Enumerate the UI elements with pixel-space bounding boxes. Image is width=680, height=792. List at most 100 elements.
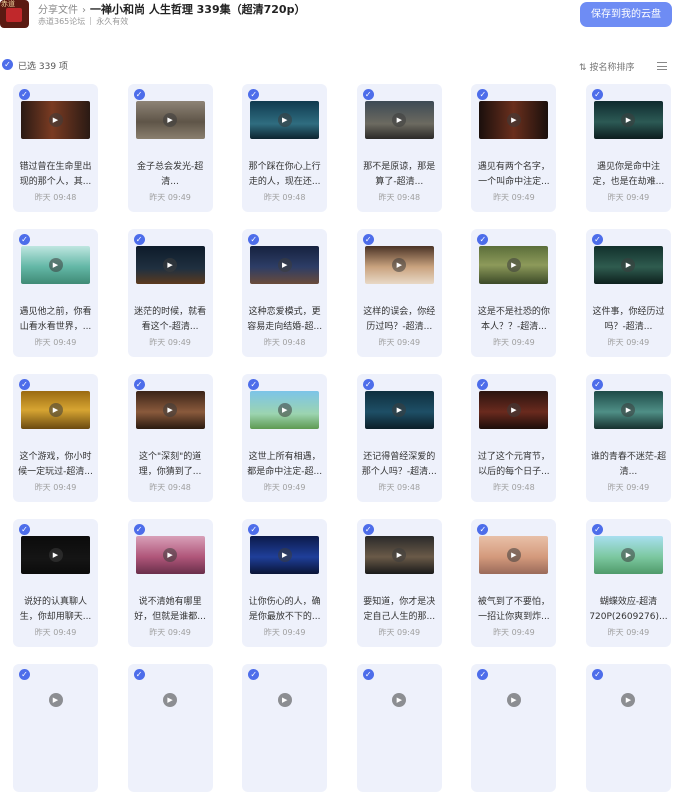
file-name[interactable]: 被气到了不要怕，一招让你爽到炸... (474, 595, 553, 625)
video-thumbnail[interactable]: ▶ (593, 246, 663, 284)
video-thumbnail[interactable]: ▶ (479, 681, 549, 719)
check-icon[interactable]: ✓ (133, 669, 145, 680)
video-thumbnail[interactable]: ▶ (135, 391, 205, 429)
video-thumbnail[interactable]: ▶ (479, 101, 549, 139)
video-thumbnail[interactable]: ▶ (21, 246, 90, 284)
file-name[interactable]: 那个踩在你心上行走的人，现在还... (245, 160, 324, 190)
check-icon[interactable]: ✓ (133, 379, 145, 390)
file-name[interactable]: 错过曾在生命里出现的那个人，其... (16, 160, 95, 190)
file-name[interactable]: 这个游戏，你小时候一定玩过-超清... (16, 450, 95, 480)
video-thumbnail[interactable]: ▶ (250, 681, 320, 719)
file-name[interactable]: 蝴蝶效应-超清720P(2609276)... (589, 595, 668, 625)
file-card[interactable]: ✓ ▶ 这件事，你经历过吗？-超清... 昨天 09:49 (585, 229, 671, 357)
file-name[interactable] (360, 740, 439, 770)
video-thumbnail[interactable]: ▶ (250, 101, 320, 139)
check-icon[interactable]: ✓ (477, 379, 489, 390)
check-icon[interactable]: ✓ (248, 379, 260, 390)
file-name[interactable]: 说不清她有哪里好，但就是谁都... (131, 595, 210, 625)
sort-button[interactable]: ⇅ 按名称排序 (579, 60, 635, 73)
file-card[interactable]: ✓ ▶ 这个"深刻"的道理，你猜到了... 昨天 09:48 (127, 374, 213, 502)
file-card[interactable]: ✓ ▶ 这世上所有相遇，都是命中注定-超... 昨天 09:49 (242, 374, 328, 502)
video-thumbnail[interactable]: ▶ (250, 536, 320, 574)
file-card[interactable]: ✓ ▶ (471, 664, 557, 792)
video-thumbnail[interactable]: ▶ (250, 391, 320, 429)
file-card[interactable]: ✓ ▶ 那不是原谅，那是算了-超清... 昨天 09:48 (356, 84, 442, 212)
file-card[interactable]: ✓ ▶ 谁的青春不迷茫-超清... 昨天 09:49 (585, 374, 671, 502)
check-icon[interactable]: ✓ (477, 669, 489, 680)
check-icon[interactable]: ✓ (591, 379, 603, 390)
file-name[interactable]: 这件事，你经历过吗？-超清... (589, 305, 668, 335)
video-thumbnail[interactable]: ▶ (479, 536, 549, 574)
video-thumbnail[interactable]: ▶ (593, 391, 663, 429)
file-name[interactable] (474, 740, 553, 770)
video-thumbnail[interactable]: ▶ (135, 536, 205, 574)
video-thumbnail[interactable]: ▶ (364, 391, 434, 429)
select-all-check-icon[interactable]: ✓ (2, 59, 13, 70)
file-name[interactable]: 过了这个元宵节，以后的每个日子... (474, 450, 553, 480)
list-view-icon[interactable] (657, 62, 667, 70)
video-thumbnail[interactable]: ▶ (364, 681, 434, 719)
file-name[interactable]: 要知道，你才是决定自己人生的那... (360, 595, 439, 625)
check-icon[interactable]: ✓ (133, 234, 145, 245)
file-name[interactable]: 让你伤心的人，确是你最放不下的... (245, 595, 324, 625)
video-thumbnail[interactable]: ▶ (364, 101, 434, 139)
file-card[interactable]: ✓ ▶ 说好的认真聊人生，你却用聊天... 昨天 09:49 (13, 519, 98, 647)
file-card[interactable]: ✓ ▶ 还记得曾经深爱的那个人吗？-超清... 昨天 09:48 (356, 374, 442, 502)
file-card[interactable]: ✓ ▶ 这个游戏，你小时候一定玩过-超清... 昨天 09:49 (13, 374, 98, 502)
file-name[interactable] (245, 740, 324, 770)
file-card[interactable]: ✓ ▶ 蝴蝶效应-超清720P(2609276)... 昨天 09:49 (585, 519, 671, 647)
video-thumbnail[interactable]: ▶ (135, 681, 205, 719)
file-card[interactable]: ✓ ▶ 遇见你是命中注定，也是在劫难... 昨天 09:49 (585, 84, 671, 212)
check-icon[interactable]: ✓ (19, 524, 30, 535)
video-thumbnail[interactable]: ▶ (135, 246, 205, 284)
check-icon[interactable]: ✓ (362, 89, 374, 100)
file-name[interactable]: 遇见他之前，你看山看水看世界，... (16, 305, 95, 335)
file-name[interactable]: 这个"深刻"的道理，你猜到了... (131, 450, 210, 480)
video-thumbnail[interactable]: ▶ (593, 681, 663, 719)
video-thumbnail[interactable]: ▶ (250, 246, 320, 284)
video-thumbnail[interactable]: ▶ (135, 101, 205, 139)
file-name[interactable]: 金子总会发光-超清... (131, 160, 210, 190)
check-icon[interactable]: ✓ (19, 379, 30, 390)
check-icon[interactable]: ✓ (248, 524, 260, 535)
file-name[interactable]: 这种恋爱模式，更容易走向结婚-超... (245, 305, 324, 335)
file-card[interactable]: ✓ ▶ (356, 664, 442, 792)
video-thumbnail[interactable]: ▶ (593, 536, 663, 574)
file-card[interactable]: ✓ ▶ 迷茫的时候，就看看这个-超清... 昨天 09:49 (127, 229, 213, 357)
check-icon[interactable]: ✓ (477, 234, 489, 245)
file-card[interactable]: ✓ ▶ (13, 664, 98, 792)
file-name[interactable]: 谁的青春不迷茫-超清... (589, 450, 668, 480)
check-icon[interactable]: ✓ (133, 524, 145, 535)
check-icon[interactable]: ✓ (19, 669, 30, 680)
video-thumbnail[interactable]: ▶ (21, 536, 90, 574)
check-icon[interactable]: ✓ (477, 524, 489, 535)
check-icon[interactable]: ✓ (362, 669, 374, 680)
check-icon[interactable]: ✓ (477, 89, 489, 100)
check-icon[interactable]: ✓ (248, 89, 260, 100)
file-card[interactable]: ✓ ▶ (242, 664, 328, 792)
check-icon[interactable]: ✓ (362, 524, 374, 535)
file-card[interactable]: ✓ ▶ 让你伤心的人，确是你最放不下的... 昨天 09:49 (242, 519, 328, 647)
file-name[interactable] (131, 740, 210, 770)
file-card[interactable]: ✓ ▶ (585, 664, 671, 792)
file-name[interactable]: 遇见有两个名字，一个叫命中注定... (474, 160, 553, 190)
check-icon[interactable]: ✓ (19, 234, 30, 245)
file-name[interactable]: 那不是原谅，那是算了-超清... (360, 160, 439, 190)
check-icon[interactable]: ✓ (591, 89, 603, 100)
breadcrumb-parent[interactable]: 分享文件 (38, 5, 78, 16)
video-thumbnail[interactable]: ▶ (479, 391, 549, 429)
file-card[interactable]: ✓ ▶ 金子总会发光-超清... 昨天 09:49 (127, 84, 213, 212)
file-name[interactable]: 迷茫的时候，就看看这个-超清... (131, 305, 210, 335)
check-icon[interactable]: ✓ (248, 669, 260, 680)
file-name[interactable]: 说好的认真聊人生，你却用聊天... (16, 595, 95, 625)
check-icon[interactable]: ✓ (362, 379, 374, 390)
file-name[interactable]: 这世上所有相遇，都是命中注定-超... (245, 450, 324, 480)
video-thumbnail[interactable]: ▶ (21, 681, 90, 719)
file-name[interactable]: 这是不是社恐的你本人？？-超清... (474, 305, 553, 335)
file-card[interactable]: ✓ ▶ 这是不是社恐的你本人？？-超清... 昨天 09:49 (471, 229, 557, 357)
check-icon[interactable]: ✓ (19, 89, 30, 100)
file-card[interactable]: ✓ ▶ 这种恋爱模式，更容易走向结婚-超... 昨天 09:48 (242, 229, 328, 357)
video-thumbnail[interactable]: ▶ (21, 101, 90, 139)
check-icon[interactable]: ✓ (362, 234, 374, 245)
check-icon[interactable]: ✓ (591, 234, 603, 245)
